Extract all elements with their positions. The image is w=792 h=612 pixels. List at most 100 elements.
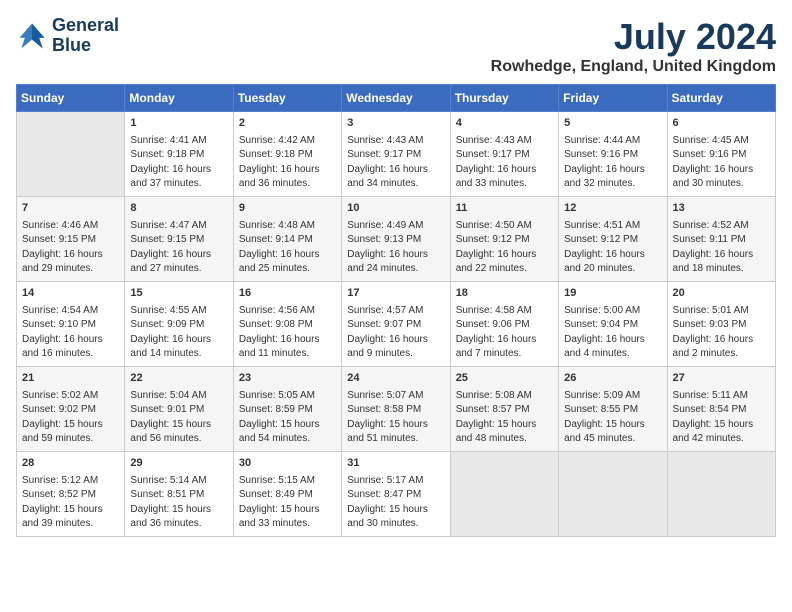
sunrise-text: Sunrise: 5:02 AM — [22, 389, 119, 404]
daylight-text: Daylight: 16 hours and 24 minutes. — [347, 248, 444, 277]
logo: General Blue — [16, 16, 119, 56]
sunrise-text: Sunrise: 5:00 AM — [564, 304, 661, 319]
daylight-text: Daylight: 16 hours and 25 minutes. — [239, 248, 336, 277]
day-number: 30 — [239, 456, 336, 472]
sunrise-text: Sunrise: 4:43 AM — [456, 134, 553, 149]
sunrise-text: Sunrise: 4:52 AM — [673, 219, 770, 234]
location-title: Rowhedge, England, United Kingdom — [491, 58, 776, 76]
sunset-text: Sunset: 9:09 PM — [130, 318, 227, 333]
day-number: 9 — [239, 201, 336, 217]
sunset-text: Sunset: 9:18 PM — [130, 148, 227, 163]
sunrise-text: Sunrise: 4:48 AM — [239, 219, 336, 234]
daylight-text: Daylight: 15 hours and 59 minutes. — [22, 418, 119, 447]
sunrise-text: Sunrise: 5:09 AM — [564, 389, 661, 404]
sunrise-text: Sunrise: 5:08 AM — [456, 389, 553, 404]
daylight-text: Daylight: 16 hours and 36 minutes. — [239, 163, 336, 192]
calendar-cell: 16Sunrise: 4:56 AMSunset: 9:08 PMDayligh… — [233, 281, 341, 366]
calendar-cell — [667, 451, 775, 536]
daylight-text: Daylight: 16 hours and 4 minutes. — [564, 333, 661, 362]
daylight-text: Daylight: 15 hours and 51 minutes. — [347, 418, 444, 447]
daylight-text: Daylight: 16 hours and 16 minutes. — [22, 333, 119, 362]
day-number: 10 — [347, 201, 444, 217]
day-number: 1 — [130, 116, 227, 132]
calendar-cell: 17Sunrise: 4:57 AMSunset: 9:07 PMDayligh… — [342, 281, 450, 366]
day-number: 12 — [564, 201, 661, 217]
calendar-cell: 23Sunrise: 5:05 AMSunset: 8:59 PMDayligh… — [233, 366, 341, 451]
calendar-cell: 22 Sunrise: 5:04 AMSunset: 9:01 PMDayligh… — [125, 366, 233, 451]
sunrise-text: Sunrise: 4:55 AM — [130, 304, 227, 319]
sunrise-text: Sunrise: 5:04 AM — [130, 389, 227, 404]
day-number: 6 — [673, 116, 770, 132]
sunrise-text: Sunrise: 4:58 AM — [456, 304, 553, 319]
sunset-text: Sunset: 9:18 PM — [239, 148, 336, 163]
day-number: 18 — [456, 286, 553, 302]
sunrise-text: Sunrise: 4:45 AM — [673, 134, 770, 149]
day-number: 29 — [130, 456, 227, 472]
sunrise-text: Sunrise: 5:07 AM — [347, 389, 444, 404]
calendar-cell: 3 Sunrise: 4:43 AMSunset: 9:17 PMDaylight… — [342, 112, 450, 197]
sunset-text: Sunset: 9:01 PM — [130, 403, 227, 418]
sunset-text: Sunset: 9:17 PM — [456, 148, 553, 163]
sunrise-text: Sunrise: 5:05 AM — [239, 389, 336, 404]
sunset-text: Sunset: 8:58 PM — [347, 403, 444, 418]
sunrise-text: Sunrise: 4:46 AM — [22, 219, 119, 234]
daylight-text: Daylight: 16 hours and 30 minutes. — [673, 163, 770, 192]
daylight-text: Daylight: 15 hours and 56 minutes. — [130, 418, 227, 447]
daylight-text: Daylight: 15 hours and 39 minutes. — [22, 503, 119, 532]
sunset-text: Sunset: 9:03 PM — [673, 318, 770, 333]
calendar-cell: 9Sunrise: 4:48 AMSunset: 9:14 PMDaylight… — [233, 196, 341, 281]
sunset-text: Sunset: 9:16 PM — [673, 148, 770, 163]
calendar-cell: 21Sunrise: 5:02 AMSunset: 9:02 PMDayligh… — [17, 366, 125, 451]
sunrise-text: Sunrise: 4:47 AM — [130, 219, 227, 234]
sunset-text: Sunset: 9:08 PM — [239, 318, 336, 333]
calendar-cell: 13Sunrise: 4:52 AMSunset: 9:11 PMDayligh… — [667, 196, 775, 281]
logo-text: General Blue — [52, 16, 119, 56]
day-number: 3 — [347, 116, 444, 132]
sunset-text: Sunset: 9:17 PM — [347, 148, 444, 163]
sunrise-text: Sunrise: 4:43 AM — [347, 134, 444, 149]
sunrise-text: Sunrise: 4:49 AM — [347, 219, 444, 234]
day-number: 21 — [22, 371, 119, 387]
day-number: 25 — [456, 371, 553, 387]
sunset-text: Sunset: 9:12 PM — [456, 233, 553, 248]
daylight-text: Daylight: 16 hours and 34 minutes. — [347, 163, 444, 192]
header: General Blue July 2024 Rowhedge, England… — [16, 16, 776, 76]
calendar-cell: 11Sunrise: 4:50 AMSunset: 9:12 PMDayligh… — [450, 196, 558, 281]
sunset-text: Sunset: 9:07 PM — [347, 318, 444, 333]
daylight-text: Daylight: 15 hours and 42 minutes. — [673, 418, 770, 447]
sunset-text: Sunset: 8:47 PM — [347, 488, 444, 503]
daylight-text: Daylight: 16 hours and 32 minutes. — [564, 163, 661, 192]
calendar-cell: 24Sunrise: 5:07 AMSunset: 8:58 PMDayligh… — [342, 366, 450, 451]
calendar-cell: 27Sunrise: 5:11 AMSunset: 8:54 PMDayligh… — [667, 366, 775, 451]
day-number: 4 — [456, 116, 553, 132]
day-number: 28 — [22, 456, 119, 472]
daylight-text: Daylight: 16 hours and 7 minutes. — [456, 333, 553, 362]
daylight-text: Daylight: 16 hours and 18 minutes. — [673, 248, 770, 277]
daylight-text: Daylight: 15 hours and 45 minutes. — [564, 418, 661, 447]
sunset-text: Sunset: 9:10 PM — [22, 318, 119, 333]
calendar-cell — [559, 451, 667, 536]
sunset-text: Sunset: 9:15 PM — [22, 233, 119, 248]
sunrise-text: Sunrise: 4:54 AM — [22, 304, 119, 319]
sunrise-text: Sunrise: 5:15 AM — [239, 474, 336, 489]
day-number: 5 — [564, 116, 661, 132]
day-number: 14 — [22, 286, 119, 302]
daylight-text: Daylight: 16 hours and 11 minutes. — [239, 333, 336, 362]
calendar-cell: 28Sunrise: 5:12 AMSunset: 8:52 PMDayligh… — [17, 451, 125, 536]
calendar-cell: 25Sunrise: 5:08 AMSunset: 8:57 PMDayligh… — [450, 366, 558, 451]
sunrise-text: Sunrise: 4:44 AM — [564, 134, 661, 149]
calendar-cell: 15Sunrise: 4:55 AMSunset: 9:09 PMDayligh… — [125, 281, 233, 366]
calendar-cell: 19Sunrise: 5:00 AMSunset: 9:04 PMDayligh… — [559, 281, 667, 366]
title-area: July 2024 Rowhedge, England, United King… — [491, 16, 776, 76]
col-header-tuesday: Tuesday — [233, 85, 341, 112]
calendar-table: SundayMondayTuesdayWednesdayThursdayFrid… — [16, 84, 776, 537]
day-number: 22 — [130, 371, 227, 387]
daylight-text: Daylight: 16 hours and 9 minutes. — [347, 333, 444, 362]
day-number: 13 — [673, 201, 770, 217]
sunset-text: Sunset: 9:04 PM — [564, 318, 661, 333]
col-header-monday: Monday — [125, 85, 233, 112]
day-number: 20 — [673, 286, 770, 302]
calendar-cell: 20Sunrise: 5:01 AMSunset: 9:03 PMDayligh… — [667, 281, 775, 366]
sunrise-text: Sunrise: 5:12 AM — [22, 474, 119, 489]
daylight-text: Daylight: 16 hours and 14 minutes. — [130, 333, 227, 362]
